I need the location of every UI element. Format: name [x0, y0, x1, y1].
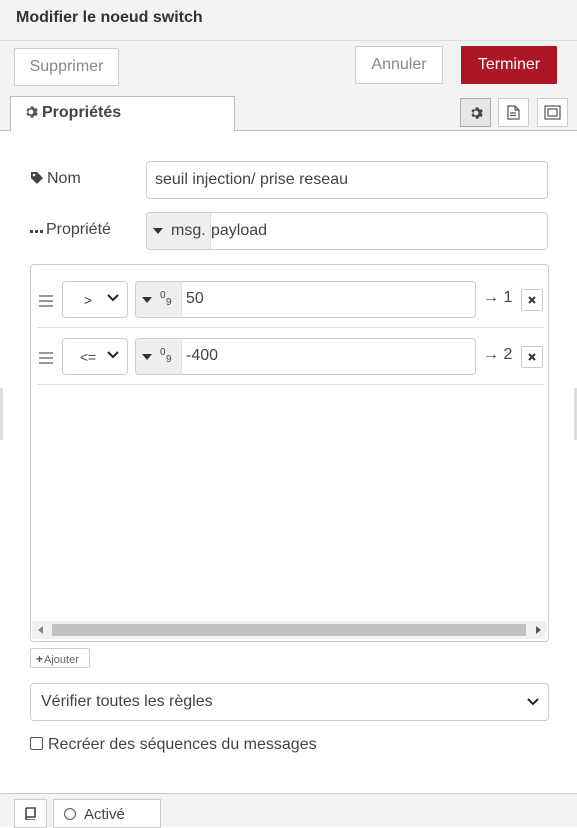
value-type-select[interactable]: 09 — [136, 339, 182, 374]
cancel-button[interactable]: Annuler — [355, 46, 443, 84]
scroll-right-icon[interactable] — [536, 626, 541, 634]
caret-down-icon — [142, 296, 152, 303]
rule-output-label: → 1 — [483, 289, 513, 306]
close-icon — [528, 353, 536, 361]
check-mode-select[interactable]: Vérifier toutes les règles — [30, 683, 549, 721]
appearance-icon — [544, 105, 561, 120]
tab-appearance[interactable] — [537, 98, 568, 127]
recreate-label: Recréer des séquences du messages — [48, 736, 317, 753]
name-input[interactable]: seuil injection/ prise reseau — [146, 161, 548, 199]
drag-handle-icon[interactable] — [39, 352, 53, 364]
enabled-label: Activé — [84, 806, 125, 823]
check-mode-value: Vérifier toutes les règles — [41, 693, 213, 710]
name-label-text: Nom — [47, 170, 81, 187]
gear-icon — [26, 106, 38, 118]
remove-rule-button[interactable] — [521, 289, 543, 311]
caret-down-icon — [153, 228, 163, 234]
scroll-left-icon[interactable] — [38, 626, 43, 634]
name-label: Nom — [30, 170, 81, 188]
property-input[interactable]: msg. payload — [146, 212, 548, 250]
dialog-footer: Activé — [0, 793, 577, 828]
scrollbar-thumb[interactable] — [52, 624, 526, 636]
operator-value: > — [83, 292, 93, 308]
rule-output-label: → 2 — [483, 346, 513, 363]
dialog-toolbar: Supprimer Annuler Terminer — [0, 41, 577, 91]
gear-icon — [470, 106, 483, 119]
resize-handle-left[interactable] — [0, 388, 3, 440]
rule-value-input[interactable]: 09 -400 — [135, 338, 476, 375]
drag-handle-icon[interactable] — [39, 295, 53, 307]
plus-icon: + — [36, 652, 44, 666]
close-icon — [528, 296, 536, 304]
tab-properties[interactable]: Propriétés — [10, 96, 235, 132]
rule-value: 50 — [186, 290, 204, 307]
chevron-down-icon — [107, 351, 119, 359]
rule-row: > 09 50 → 1 — [37, 271, 544, 328]
file-icon — [507, 105, 520, 120]
number-type-icon: 09 — [160, 346, 172, 365]
remove-rule-button[interactable] — [521, 346, 543, 368]
property-label: Propriété — [30, 221, 111, 239]
add-rule-button[interactable]: +Ajouter — [30, 648, 90, 668]
operator-select[interactable]: <= — [62, 338, 128, 375]
help-button[interactable] — [14, 799, 47, 828]
property-type-label: msg. — [171, 222, 206, 239]
property-label-text: Propriété — [46, 221, 111, 238]
recreate-checkbox[interactable] — [30, 737, 43, 750]
property-type-select[interactable]: msg. — [147, 213, 211, 249]
tab-bar: Propriétés — [0, 91, 577, 132]
tag-icon — [31, 172, 43, 184]
property-value: payload — [211, 222, 268, 239]
rule-value: -400 — [186, 347, 219, 364]
tab-properties-label: Propriétés — [42, 104, 122, 121]
rule-value-input[interactable]: 09 50 — [135, 281, 476, 318]
add-rule-label: Ajouter — [44, 654, 79, 666]
tab-settings[interactable] — [460, 98, 491, 127]
done-button[interactable]: Terminer — [461, 46, 557, 84]
number-type-icon: 09 — [160, 289, 172, 308]
operator-value: <= — [79, 349, 97, 365]
delete-button[interactable]: Supprimer — [14, 48, 119, 86]
status-circle-icon — [64, 808, 76, 820]
horizontal-scrollbar[interactable] — [32, 621, 547, 639]
dialog-header: Modifier le noeud switch — [0, 0, 577, 41]
ellipsis-icon — [30, 230, 43, 233]
operator-select[interactable]: > — [62, 281, 128, 318]
chevron-down-icon — [107, 294, 119, 302]
book-icon — [25, 807, 36, 820]
recreate-sequences-option: Recréer des séquences du messages — [30, 736, 317, 754]
tab-description[interactable] — [498, 98, 529, 127]
value-type-select[interactable]: 09 — [136, 282, 182, 317]
dialog-title: Modifier le noeud switch — [16, 9, 203, 26]
chevron-down-icon — [527, 698, 539, 706]
rule-row: <= 09 -400 → 2 — [37, 328, 544, 385]
caret-down-icon — [142, 353, 152, 360]
enabled-toggle[interactable]: Activé — [53, 799, 161, 828]
rules-list: > 09 50 → 1 <= 09 -400 → 2 — [30, 264, 549, 642]
